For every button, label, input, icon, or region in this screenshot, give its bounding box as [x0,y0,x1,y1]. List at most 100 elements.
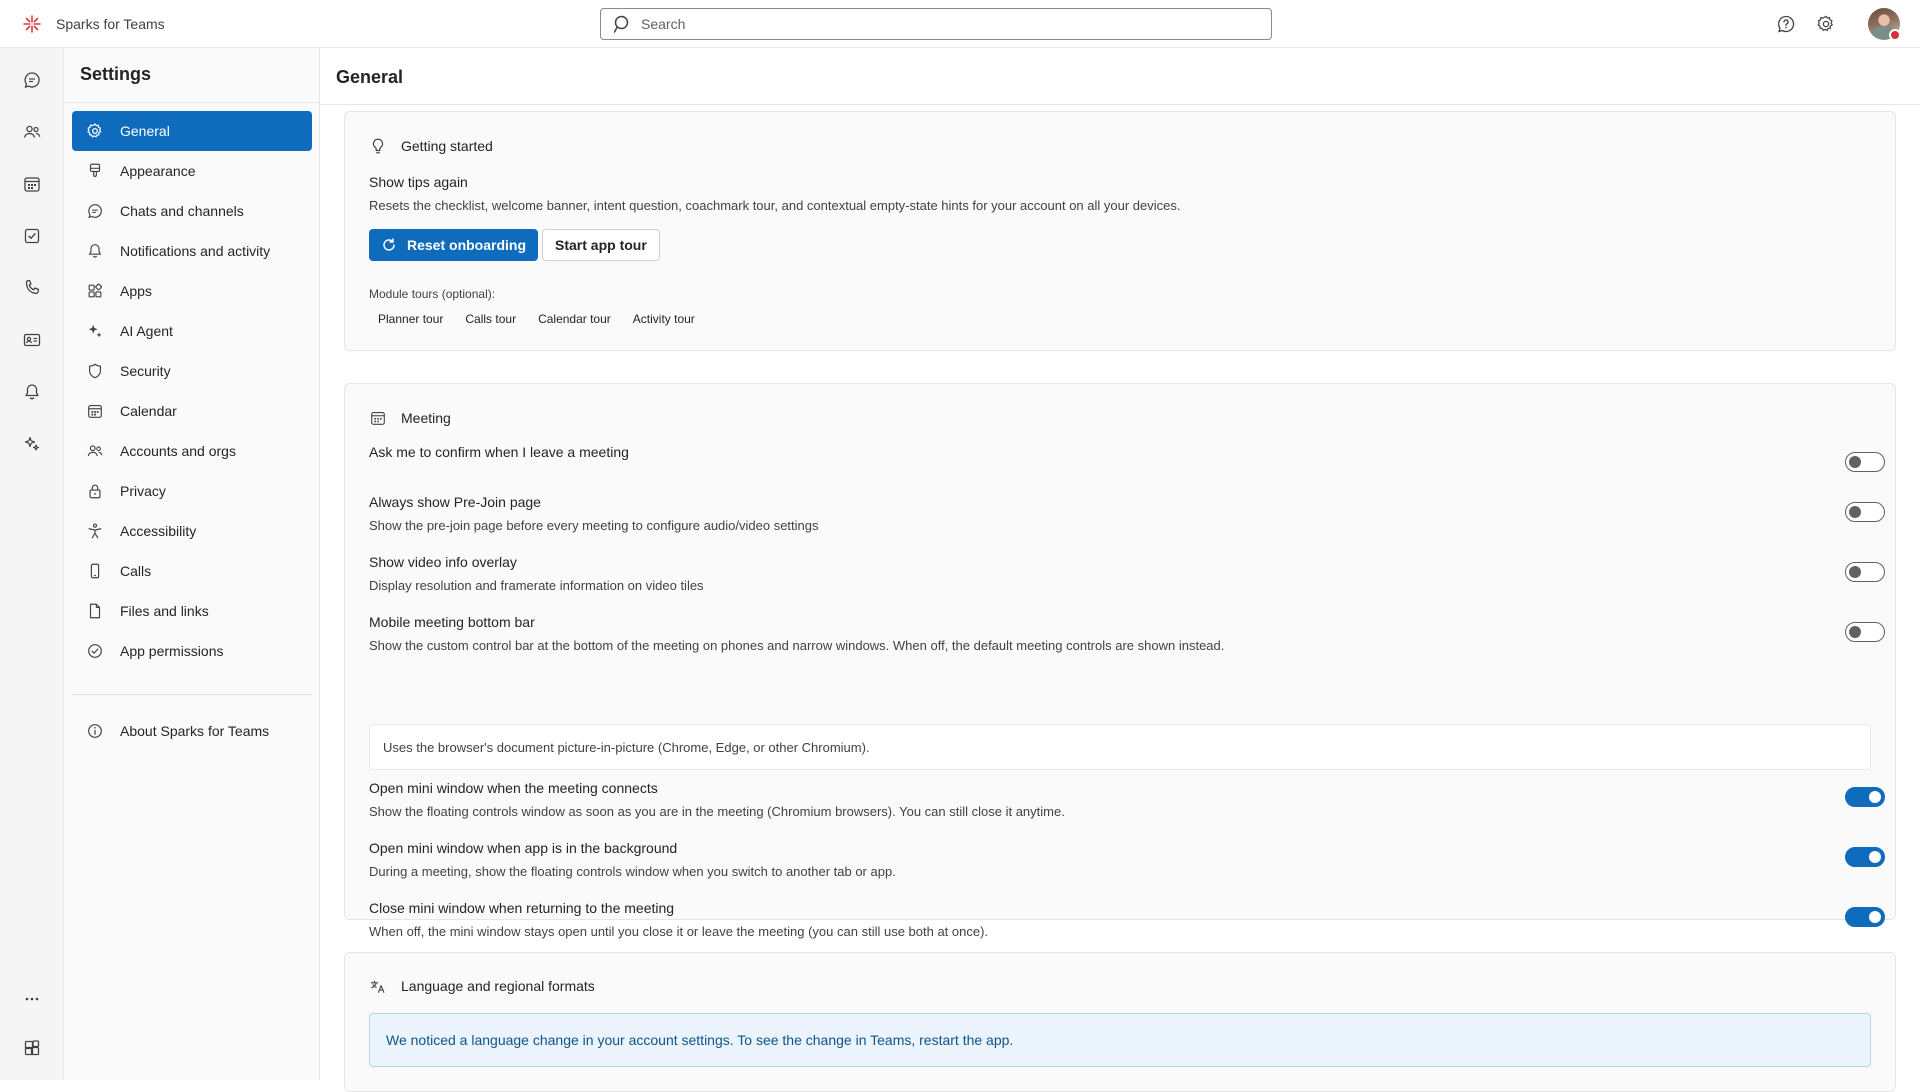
rail-calendar[interactable] [18,170,46,198]
nav-item-about[interactable]: About Sparks for Teams [72,711,312,751]
apps-grid-icon [24,1040,40,1056]
nav-item-label: Security [120,363,171,379]
avatar[interactable] [1868,8,1901,41]
lock-icon [89,484,101,499]
nav-item-security[interactable]: Security [72,351,312,391]
calendar-tour-link[interactable]: Calendar tour [529,308,620,330]
nav-item-label: General [120,123,170,139]
nav-item-files[interactable]: Files and links [72,591,312,631]
nav-item-label: About Sparks for Teams [120,723,270,739]
settings-button[interactable] [1814,12,1838,36]
setting-title: Always show Pre-Join page [369,494,541,510]
button-label: Reset onboarding [407,237,527,253]
nav-item-accounts[interactable]: Accounts and orgs [72,431,312,471]
search-input[interactable] [641,16,1241,32]
info-icon [88,724,102,738]
setting-title: Mobile meeting bottom bar [369,614,535,630]
rail-chat[interactable] [18,66,46,94]
section-title: Getting started [401,138,493,154]
rail-tasks[interactable] [18,222,46,250]
nav-item-label: Notifications and activity [120,243,271,259]
rail-activity[interactable] [18,378,46,406]
nav-item-privacy[interactable]: Privacy [72,471,312,511]
setting-title: Close mini window when returning to the … [369,900,675,916]
mini-window-close-toggle[interactable] [1845,907,1885,927]
section-header: Language and regional formats [369,977,595,995]
lightbulb-icon [372,138,384,154]
mobile-bottom-bar-toggle[interactable] [1845,622,1885,642]
nav-item-label: AI Agent [120,323,173,339]
bell-icon [25,384,39,400]
setting-title: Ask me to confirm when I leave a meeting [369,444,629,460]
nav-item-app-permissions[interactable]: App permissions [72,631,312,671]
nav-item-label: Accounts and orgs [120,443,236,459]
calls-tour-link[interactable]: Calls tour [456,308,525,330]
main-content: General Getting started Show tips again … [321,48,1920,1092]
section-title: Meeting [401,410,451,426]
calendar-icon [24,177,40,192]
getting-started-card: Getting started Show tips again Resets t… [344,111,1896,351]
meeting-card: Meeting Ask me to confirm when I leave a… [344,383,1896,939]
settings-nav: Settings General Appearance Chats and ch… [64,48,320,1080]
sparks-logo-icon [23,15,41,33]
language-change-notice: We noticed a language change in your acc… [369,1013,1871,1067]
nav-item-appearance[interactable]: Appearance [72,151,312,191]
mini-window-connect-toggle[interactable] [1845,787,1885,807]
nav-item-label: Appearance [120,163,196,179]
prejoin-toggle[interactable] [1845,502,1885,522]
activity-tour-link[interactable]: Activity tour [624,308,704,330]
rail-contacts[interactable] [18,326,46,354]
nav-item-label: Apps [120,283,152,299]
nav-item-ai-agent[interactable]: AI Agent [72,311,312,351]
nav-item-general[interactable]: General [72,111,312,151]
settings-title: Settings [80,64,152,84]
chat-icon [88,204,102,219]
translate-icon [370,980,385,993]
language-card: Language and regional formats We noticed… [344,952,1896,1092]
nav-item-label: Privacy [120,483,166,499]
nav-item-calendar[interactable]: Calendar [72,391,312,431]
divider [64,102,320,103]
rail-more[interactable] [18,985,46,1013]
app-rail [0,48,64,1080]
setting-description: Display resolution and framerate informa… [369,578,704,593]
refresh-icon [383,238,395,251]
task-check-icon [24,228,40,244]
calendar-icon [88,405,102,418]
settings-nav-list: General Appearance Chats and channels No… [72,111,312,671]
reset-onboarding-button[interactable]: Reset onboarding [369,229,539,261]
video-overlay-toggle[interactable] [1845,562,1885,582]
nav-item-notifications[interactable]: Notifications and activity [72,231,312,271]
setting-title: Show video info overlay [369,554,517,570]
apps-grid-icon [88,283,102,298]
pip-info-box: Uses the browser's document picture-in-p… [369,724,1871,770]
nav-item-calls[interactable]: Calls [72,551,312,591]
section-header: Meeting [369,409,451,427]
accessibility-icon [88,523,102,539]
app-name: Sparks for Teams [56,16,165,32]
nav-item-label: Calendar [120,403,177,419]
people-icon [87,445,103,457]
section-title: Language and regional formats [401,978,595,994]
start-app-tour-button[interactable]: Start app tour [542,229,660,261]
confirm-leave-toggle[interactable] [1845,452,1885,472]
nav-item-chats[interactable]: Chats and channels [72,191,312,231]
nav-item-apps[interactable]: Apps [72,271,312,311]
rail-calls[interactable] [18,274,46,302]
shield-icon [89,363,101,379]
setting-description: Show the pre-join page before every meet… [369,518,819,533]
nav-item-accessibility[interactable]: Accessibility [72,511,312,551]
nav-item-label: Files and links [120,603,209,619]
help-button[interactable] [1774,12,1798,36]
rail-ai-agent[interactable] [18,430,46,458]
divider [72,694,312,695]
mini-window-background-toggle[interactable] [1845,847,1885,867]
top-right-actions [1774,8,1901,41]
search-box[interactable] [600,8,1272,40]
help-icon [1778,15,1795,33]
module-tours: Planner tour Calls tour Calendar tour Ac… [369,308,704,330]
rail-teams[interactable] [18,118,46,146]
planner-tour-link[interactable]: Planner tour [369,308,452,330]
setting-description: When off, the mini window stays open unt… [369,924,989,939]
rail-apps[interactable] [18,1034,46,1062]
